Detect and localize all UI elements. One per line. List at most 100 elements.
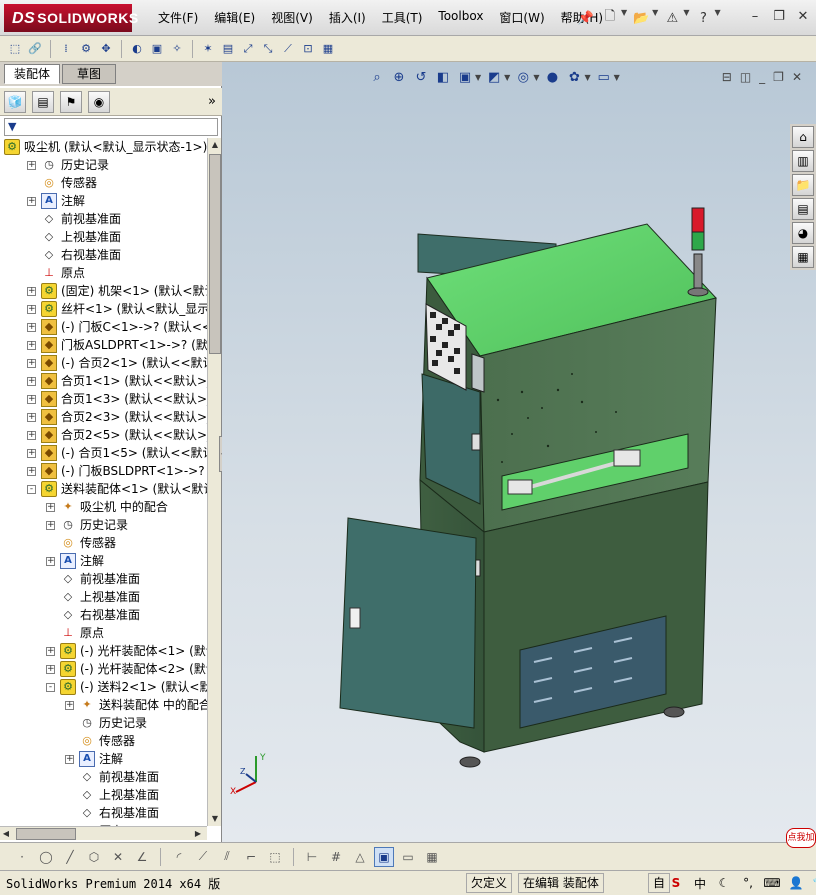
zoom-to-fit-icon[interactable]: ⌕ — [368, 68, 386, 86]
menu-insert[interactable]: 插入(I) — [321, 9, 374, 26]
viewport-close-icon[interactable]: ✕ — [792, 70, 802, 84]
filter-icon[interactable]: ▼ — [8, 120, 16, 133]
tree-row[interactable]: ◇ 上视基准面 — [0, 786, 207, 804]
expand-icon[interactable]: + — [27, 377, 36, 386]
tree-row[interactable]: -⚙ 送料装配体<1> (默认<默认_显 — [0, 480, 207, 498]
section-view-icon[interactable]: ◧ — [434, 68, 452, 86]
arc-icon[interactable]: ◜ — [169, 847, 189, 867]
configuration-manager-icon[interactable]: ⚑ — [60, 90, 82, 113]
tree-row[interactable]: + ✦ 吸尘机 中的配合 — [0, 498, 207, 516]
tree-row[interactable]: + ◆ (-) 门板C<1>->? (默认<<默认 — [0, 318, 207, 336]
ime-punct[interactable]: °, — [738, 873, 758, 893]
angle-icon[interactable]: ∠ — [132, 847, 152, 867]
view-cube-icon[interactable]: ▣ — [374, 846, 394, 867]
tree-row[interactable]: + ◆ (-) 合页1<5> (默认<<默认>_显 — [0, 444, 207, 462]
tree-row[interactable]: + A 注解 — [0, 552, 207, 570]
expand-icon[interactable]: + — [27, 413, 36, 422]
ime-user-icon[interactable]: 👤 — [786, 873, 806, 893]
menu-toolbox[interactable]: Toolbox — [430, 9, 491, 26]
tree-filter[interactable]: ▼ — [4, 118, 218, 136]
expand-icon[interactable]: + — [46, 521, 55, 530]
file-explorer-icon[interactable]: 📁 — [792, 174, 814, 196]
expand-icon[interactable]: + — [27, 287, 36, 296]
grid-icon[interactable]: # — [326, 847, 346, 867]
tree-row[interactable]: + ⚙ (固定) 机架<1> (默认<默认_显 — [0, 282, 207, 300]
scroll-right-icon[interactable]: ▶ — [192, 827, 204, 841]
scroll-left-icon[interactable]: ◀ — [0, 827, 12, 841]
point-icon[interactable]: · — [12, 847, 32, 867]
chevron-down-icon[interactable]: ▼ — [683, 8, 689, 28]
new-motion-study-icon[interactable]: ✶ — [199, 40, 217, 58]
previous-view-icon[interactable]: ↺ — [412, 68, 430, 86]
edit-appearance-icon[interactable]: ● — [543, 68, 561, 86]
tree-row[interactable]: + ⚙ 丝杆<1> (默认<默认_显示状态 — [0, 300, 207, 318]
new-document-icon[interactable]: 🗋 — [600, 8, 620, 28]
tree-row[interactable]: + ◆ (-) 门板BSLDPRT<1>->? (默认 — [0, 462, 207, 480]
hide-show-icon[interactable]: ◎ — [514, 68, 532, 86]
chevron-down-icon[interactable]: ▼ — [614, 73, 620, 82]
tree-row[interactable]: ◎ 传感器 — [0, 174, 207, 192]
collapse-icon[interactable]: - — [27, 485, 36, 494]
graphics-area[interactable]: ⌕ ⊕ ↺ ◧ ▣ ▼ ◩ ▼ ◎ ▼ ● ✿ ▼ ▭ ▼ ⊟ ◫ _ ❐ ✕ ⌂ ▥ 📁… — [222, 62, 816, 842]
tree-row[interactable]: ◷ 历史记录 — [0, 714, 207, 732]
tab-sketch[interactable]: 草图 — [62, 64, 116, 84]
clearance-verification-icon[interactable]: ⊡ — [299, 40, 317, 58]
tree-row[interactable]: + ⚙ (-) 光杆装配体<1> (默认< — [0, 642, 207, 660]
zoom-area-icon[interactable]: ⊕ — [390, 68, 408, 86]
move-component-icon[interactable]: ✥ — [97, 40, 115, 58]
view-orientation-icon[interactable]: ▣ — [456, 68, 474, 86]
sogou-icon[interactable]: S — [666, 873, 686, 893]
window-icon[interactable]: ▭ — [398, 847, 418, 867]
explode-line-sketch-icon[interactable]: ⤡ — [259, 40, 277, 58]
tree-row[interactable]: + ◆ 合页1<3> (默认<<默认>_显示状 — [0, 390, 207, 408]
apply-scene-icon[interactable]: ✿ — [565, 68, 583, 86]
expand-panel-icon[interactable]: » — [208, 94, 216, 109]
ime-skin-icon[interactable]: 👕 — [810, 873, 816, 893]
menu-edit[interactable]: 编辑(E) — [206, 9, 263, 26]
vacuum-machine-model[interactable] — [222, 62, 816, 842]
collapse-icon[interactable]: - — [46, 683, 55, 692]
tree-row[interactable]: ◇ 前视基准面 — [0, 570, 207, 588]
home-icon[interactable]: ⌂ — [792, 126, 814, 148]
menu-tools[interactable]: 工具(T) — [374, 9, 431, 26]
bill-of-materials-icon[interactable]: ▤ — [219, 40, 237, 58]
centerline-icon[interactable]: ⫽ — [217, 847, 237, 867]
menu-window[interactable]: 窗口(W) — [491, 9, 552, 26]
interference-detection-icon[interactable]: ⟋ — [279, 40, 297, 58]
tree-row[interactable]: ◇ 上视基准面 — [0, 228, 207, 246]
tree-row[interactable]: + ◆ 合页2<3> (默认<<默认>_显示状 — [0, 408, 207, 426]
tree-row[interactable]: ⚙ 吸尘机 (默认<默认_显示状态-1>) — [0, 138, 207, 156]
scrollbar-thumb[interactable] — [209, 154, 221, 354]
tree-row[interactable]: + ⚙ (-) 光杆装配体<2> (默认< — [0, 660, 207, 678]
chevron-down-icon[interactable]: ▼ — [714, 8, 720, 28]
warning-icon[interactable]: ⚠ — [662, 8, 682, 28]
dimension-icon[interactable]: ⬚ — [265, 847, 285, 867]
show-hidden-icon[interactable]: ◐ — [128, 40, 146, 58]
tree-row[interactable]: + ◷ 历史记录 — [0, 516, 207, 534]
split-horizontal-icon[interactable]: ⊟ — [722, 70, 732, 84]
expand-icon[interactable]: + — [27, 449, 36, 458]
ime-moon-icon[interactable]: ☾ — [714, 873, 734, 893]
tree-row[interactable]: + ◷ 历史记录 — [0, 156, 207, 174]
tree-row[interactable]: ◇ 前视基准面 — [0, 210, 207, 228]
expand-icon[interactable]: + — [46, 647, 55, 656]
trim-icon[interactable]: ✕ — [108, 847, 128, 867]
tree-row[interactable]: + A 注解 — [0, 750, 207, 768]
pushpin-icon[interactable]: 📌 — [576, 8, 596, 28]
tree-row[interactable]: ◇ 右视基准面 — [0, 606, 207, 624]
table-icon[interactable]: ▦ — [422, 847, 442, 867]
restore-icon[interactable]: ❐ — [770, 7, 788, 25]
viewport-restore-icon[interactable]: ❐ — [773, 70, 784, 84]
split-vertical-icon[interactable]: ◫ — [740, 70, 751, 84]
expand-icon[interactable]: + — [46, 665, 55, 674]
display-manager-icon[interactable]: ◉ — [88, 90, 110, 113]
tree-vertical-scrollbar[interactable]: ▲ ▼ — [207, 138, 221, 826]
design-library-icon[interactable]: ▥ — [792, 150, 814, 172]
expand-icon[interactable]: + — [27, 467, 36, 476]
tree-row[interactable]: + ◆ (-) 合页2<1> (默认<<默认>_显 — [0, 354, 207, 372]
expand-icon[interactable]: + — [27, 395, 36, 404]
minimize-icon[interactable]: – — [746, 7, 764, 25]
mate-icon[interactable]: 🔗 — [26, 40, 44, 58]
custom-properties-icon[interactable]: ▦ — [792, 246, 814, 268]
expand-icon[interactable]: + — [27, 359, 36, 368]
